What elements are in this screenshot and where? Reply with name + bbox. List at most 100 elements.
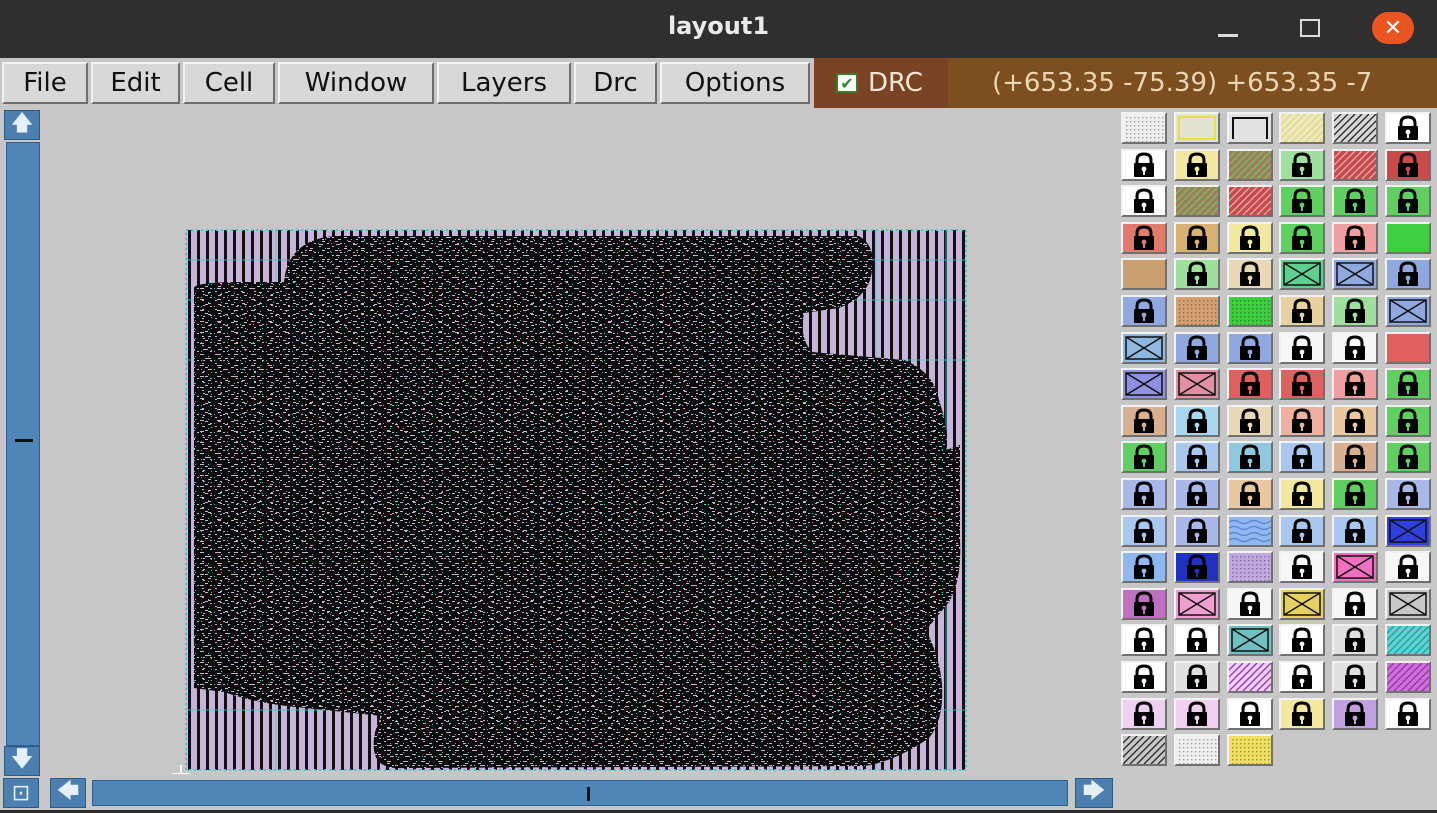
layer-swatch[interactable]	[1226, 478, 1273, 510]
layer-swatch[interactable]	[1226, 551, 1273, 584]
layer-swatch[interactable]	[1121, 587, 1167, 620]
layer-swatch[interactable]	[1173, 368, 1220, 401]
layer-swatch[interactable]	[1279, 551, 1326, 584]
layer-swatch[interactable]	[1226, 624, 1273, 657]
layer-swatch[interactable]	[1173, 185, 1220, 218]
layer-swatch[interactable]	[1121, 331, 1167, 364]
vertical-scrollbar[interactable]: 🡅 🡇	[3, 110, 41, 776]
layer-swatch[interactable]	[1385, 697, 1431, 730]
layer-swatch[interactable]	[1385, 587, 1431, 620]
layer-swatch[interactable]	[1173, 587, 1220, 620]
layer-swatch[interactable]	[1279, 148, 1326, 181]
scroll-up-button[interactable]: 🡅	[4, 110, 40, 140]
layer-swatch[interactable]	[1226, 368, 1273, 401]
layer-swatch[interactable]	[1173, 661, 1220, 693]
layer-swatch[interactable]	[1173, 478, 1220, 510]
layer-swatch[interactable]	[1279, 368, 1326, 401]
layer-swatch[interactable]	[1226, 661, 1273, 693]
layer-swatch[interactable]	[1385, 478, 1431, 510]
layer-swatch[interactable]	[1385, 404, 1431, 437]
layer-swatch[interactable]	[1226, 148, 1273, 181]
layer-swatch[interactable]	[1173, 441, 1220, 474]
layer-swatch[interactable]	[1173, 404, 1220, 437]
layer-swatch[interactable]	[1332, 661, 1379, 693]
layer-swatch[interactable]	[1226, 112, 1273, 144]
close-button[interactable]: ✕	[1372, 12, 1414, 44]
layer-swatch[interactable]	[1279, 185, 1326, 218]
layer-swatch[interactable]	[1332, 331, 1379, 364]
layer-swatch[interactable]	[1121, 551, 1167, 584]
layout-canvas[interactable]	[44, 110, 1114, 774]
layer-swatch[interactable]	[1121, 185, 1167, 218]
layer-swatch[interactable]	[1173, 624, 1220, 657]
layer-swatch[interactable]	[1385, 661, 1431, 693]
layer-swatch[interactable]	[1121, 404, 1167, 437]
layer-swatch[interactable]	[1279, 221, 1326, 254]
layer-swatch[interactable]	[1385, 148, 1431, 181]
layer-swatch[interactable]	[1279, 587, 1326, 620]
layer-swatch[interactable]	[1385, 331, 1431, 364]
layer-swatch[interactable]	[1279, 697, 1326, 730]
layer-swatch[interactable]	[1226, 221, 1273, 254]
vertical-scroll-thumb[interactable]	[15, 439, 33, 442]
layer-swatch[interactable]	[1332, 295, 1379, 327]
scroll-down-button[interactable]: 🡇	[4, 746, 40, 776]
layer-swatch[interactable]	[1279, 478, 1326, 510]
layer-swatch[interactable]	[1121, 441, 1167, 474]
layer-swatch[interactable]	[1385, 624, 1431, 657]
layer-swatch[interactable]	[1121, 624, 1167, 657]
layer-swatch[interactable]	[1173, 697, 1220, 730]
layer-swatch[interactable]	[1332, 441, 1379, 474]
menu-cell[interactable]: Cell	[183, 62, 275, 104]
menu-window[interactable]: Window	[278, 62, 434, 104]
menu-options[interactable]: Options	[660, 62, 810, 104]
layer-swatch[interactable]	[1279, 112, 1326, 144]
scroll-right-button[interactable]: 🡆	[1075, 778, 1113, 808]
layer-swatch[interactable]	[1385, 258, 1431, 291]
maximize-button[interactable]	[1290, 10, 1330, 46]
layer-swatch[interactable]	[1173, 221, 1220, 254]
layer-swatch[interactable]	[1121, 112, 1167, 144]
layer-swatch[interactable]	[1279, 404, 1326, 437]
menu-file[interactable]: File	[2, 62, 88, 104]
menu-edit[interactable]: Edit	[91, 62, 180, 104]
layer-swatch[interactable]	[1226, 734, 1273, 767]
layer-swatch[interactable]	[1385, 112, 1431, 144]
layer-swatch[interactable]	[1279, 514, 1326, 547]
layer-swatch[interactable]	[1121, 221, 1167, 254]
layer-swatch[interactable]	[1332, 404, 1379, 437]
layer-swatch[interactable]	[1226, 441, 1273, 474]
layer-swatch[interactable]	[1279, 331, 1326, 364]
layer-swatch[interactable]	[1385, 295, 1431, 327]
layer-swatch[interactable]	[1279, 295, 1326, 327]
minimize-button[interactable]	[1208, 10, 1248, 46]
layer-swatch[interactable]	[1121, 514, 1167, 547]
layer-swatch[interactable]	[1332, 551, 1379, 584]
layer-swatch[interactable]	[1121, 734, 1167, 767]
layer-swatch[interactable]	[1121, 258, 1167, 291]
layer-swatch[interactable]	[1226, 295, 1273, 327]
zoom-fit-button[interactable]: ⊡	[3, 778, 39, 808]
menu-layers[interactable]: Layers	[437, 62, 571, 104]
layer-swatch[interactable]	[1385, 441, 1431, 474]
scroll-left-button[interactable]: 🡄	[50, 778, 86, 808]
layer-swatch[interactable]	[1332, 221, 1379, 254]
layer-swatch[interactable]	[1173, 551, 1220, 584]
layer-swatch[interactable]	[1226, 258, 1273, 291]
layer-swatch[interactable]	[1173, 331, 1220, 364]
layer-swatch[interactable]	[1385, 551, 1431, 584]
layer-swatch[interactable]	[1173, 258, 1220, 291]
horizontal-scroll-track[interactable]	[92, 780, 1068, 806]
layer-swatch[interactable]	[1332, 148, 1379, 181]
layer-swatch[interactable]	[1332, 514, 1379, 547]
layer-swatch[interactable]	[1121, 661, 1167, 693]
vertical-scroll-track[interactable]	[6, 142, 40, 746]
layer-swatch[interactable]	[1279, 441, 1326, 474]
layer-swatch[interactable]	[1279, 258, 1326, 291]
layer-swatch[interactable]	[1385, 221, 1431, 254]
horizontal-scrollbar[interactable]: ⊡ 🡄 🡆	[0, 776, 1115, 810]
layer-swatch[interactable]	[1279, 624, 1326, 657]
layer-swatch[interactable]	[1332, 112, 1379, 144]
layer-swatch[interactable]	[1332, 258, 1379, 291]
layer-swatch[interactable]	[1332, 697, 1379, 730]
